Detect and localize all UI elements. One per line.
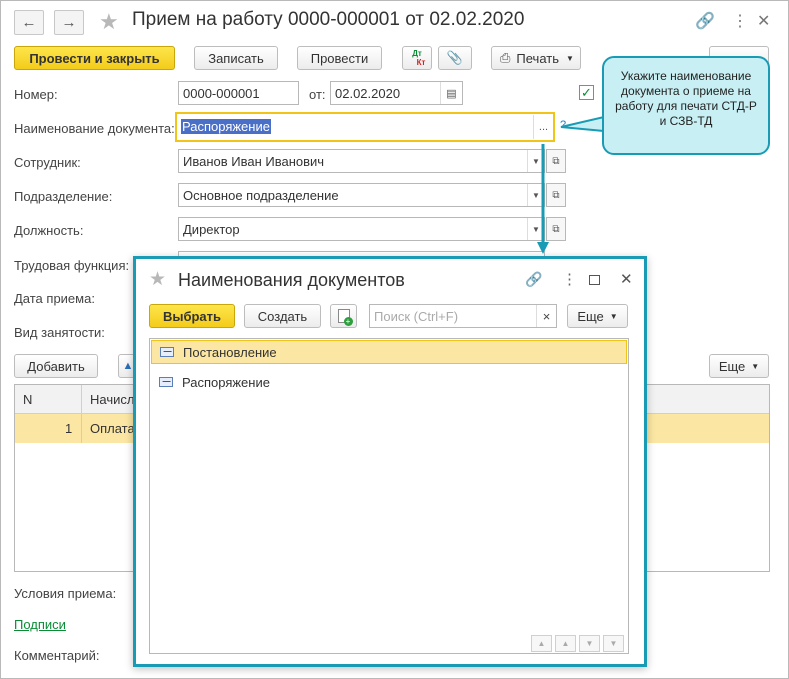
link-icon[interactable]: 🔗 bbox=[695, 11, 715, 31]
scroll-last-button[interactable]: ▼ bbox=[603, 635, 624, 652]
down-icon: ▼ bbox=[585, 639, 594, 648]
last-icon: ▼ bbox=[609, 639, 618, 648]
create-copy-button[interactable]: + bbox=[330, 304, 357, 328]
hire-date-label: Дата приема: bbox=[14, 291, 95, 306]
dt-kt-button[interactable]: Дт Кт bbox=[402, 46, 432, 70]
popup-more-button[interactable]: Еще ▼ bbox=[567, 304, 628, 328]
dept-value: Основное подразделение bbox=[183, 188, 339, 203]
tooltip-pointer-join bbox=[618, 117, 624, 139]
table-more-label: Еще bbox=[718, 358, 746, 374]
catalog-item-icon bbox=[159, 377, 173, 387]
dept-label: Подразделение: bbox=[14, 189, 113, 204]
search-placeholder: Поиск (Ctrl+F) bbox=[374, 309, 459, 324]
favorite-star-icon[interactable]: ★ bbox=[99, 9, 119, 35]
more-vertical-icon[interactable]: ⋮ bbox=[732, 11, 748, 31]
labor-function-label: Трудовая функция: bbox=[14, 258, 130, 273]
posted-checkbox[interactable]: ✓ bbox=[579, 85, 594, 100]
arrow-down-icon bbox=[537, 144, 549, 254]
favorite-star-icon[interactable]: ★ bbox=[149, 268, 166, 291]
number-label: Номер: bbox=[14, 87, 58, 102]
popup-title: Наименования документов bbox=[178, 270, 405, 290]
docname-field[interactable]: Распоряжение ... bbox=[175, 112, 555, 142]
chevron-down-icon: ▼ bbox=[566, 53, 574, 63]
dept-field[interactable]: Основное подразделение ▼ bbox=[178, 183, 545, 207]
arrow-left-icon: ← bbox=[21, 14, 37, 31]
back-button[interactable]: ← bbox=[14, 10, 44, 35]
arrow-right-icon: → bbox=[61, 14, 77, 31]
employee-field[interactable]: Иванов Иван Иванович ▼ bbox=[178, 149, 545, 173]
conditions-label: Условия приема: bbox=[14, 586, 117, 601]
more-vertical-icon[interactable]: ⋮ bbox=[562, 270, 577, 288]
close-icon[interactable]: ✕ bbox=[757, 11, 770, 31]
document-window: ← → ★ Прием на работу 0000-000001 от 02.… bbox=[0, 0, 789, 679]
position-label: Должность: bbox=[14, 223, 84, 238]
employee-label: Сотрудник: bbox=[14, 155, 81, 170]
window-title: Прием на работу 0000-000001 от 02.02.202… bbox=[132, 9, 525, 30]
maximize-icon[interactable] bbox=[589, 275, 600, 285]
chevron-down-icon: ▼ bbox=[751, 361, 760, 371]
choose-button[interactable]: ... bbox=[533, 115, 553, 139]
up-icon: ▲ bbox=[561, 639, 570, 648]
column-n-header[interactable]: N bbox=[23, 392, 32, 407]
row-number: 1 bbox=[65, 421, 73, 436]
position-field[interactable]: Директор ▼ bbox=[178, 217, 545, 241]
employee-value: Иванов Иван Иванович bbox=[183, 154, 325, 169]
chevron-down-icon: ▼ bbox=[609, 311, 618, 321]
forward-button[interactable]: → bbox=[54, 10, 84, 35]
number-field[interactable]: 0000-000001 bbox=[178, 81, 299, 105]
docname-label: Наименование документа: bbox=[14, 121, 175, 136]
calendar-icon[interactable]: ▤ bbox=[440, 82, 462, 104]
list-item[interactable]: Распоряжение bbox=[151, 370, 627, 394]
link-icon[interactable]: 🔗 bbox=[525, 271, 542, 288]
scroll-up-button[interactable]: ▲ bbox=[555, 635, 576, 652]
add-copy-icon: + bbox=[337, 309, 353, 326]
document-names-list: Постановление Распоряжение bbox=[149, 338, 629, 654]
search-input[interactable]: Поиск (Ctrl+F) × bbox=[369, 304, 557, 328]
row-accrual: Оплата bbox=[90, 421, 135, 436]
close-icon[interactable]: ✕ bbox=[620, 270, 633, 288]
document-names-popup: ★ Наименования документов 🔗 ⋮ ✕ Выбрать … bbox=[133, 256, 647, 667]
from-label: от: bbox=[309, 87, 326, 102]
post-button[interactable]: Провести bbox=[297, 46, 382, 70]
list-item[interactable]: Постановление bbox=[151, 340, 627, 364]
post-and-close-button[interactable]: Провести и закрыть bbox=[14, 46, 175, 70]
scroll-down-button[interactable]: ▼ bbox=[579, 635, 600, 652]
catalog-item-icon bbox=[160, 347, 174, 357]
add-row-button[interactable]: Добавить bbox=[14, 354, 98, 378]
create-button[interactable]: Создать bbox=[244, 304, 321, 328]
column-accrual-header[interactable]: Начисл bbox=[90, 392, 134, 407]
docname-value: Распоряжение bbox=[181, 119, 271, 134]
arrow-up-icon: ▲ bbox=[122, 360, 134, 372]
column-divider bbox=[81, 385, 82, 414]
kt-label: Кт bbox=[416, 58, 426, 67]
print-button[interactable]: ⎙ Печать ▼ bbox=[491, 46, 581, 70]
hint-tooltip: Укажите наименование документа о приеме … bbox=[602, 56, 770, 155]
print-label: Печать bbox=[516, 50, 559, 66]
first-icon: ▲ bbox=[537, 639, 546, 648]
attach-button[interactable]: 📎 bbox=[438, 46, 472, 70]
employment-type-label: Вид занятости: bbox=[14, 325, 105, 340]
comment-label: Комментарий: bbox=[14, 648, 100, 663]
signatures-link[interactable]: Подписи bbox=[14, 617, 66, 632]
position-value: Директор bbox=[183, 222, 240, 237]
list-item-label: Постановление bbox=[183, 344, 277, 360]
list-item-label: Распоряжение bbox=[182, 374, 270, 390]
select-button[interactable]: Выбрать bbox=[149, 304, 235, 328]
scroll-first-button[interactable]: ▲ bbox=[531, 635, 552, 652]
table-more-button[interactable]: Еще ▼ bbox=[709, 354, 769, 378]
column-divider bbox=[81, 414, 82, 443]
date-value: 02.02.2020 bbox=[335, 86, 401, 101]
paperclip-icon: 📎 bbox=[446, 50, 464, 65]
save-button[interactable]: Записать bbox=[194, 46, 278, 70]
dt-label: Дт bbox=[412, 49, 422, 58]
popup-more-label: Еще bbox=[577, 308, 604, 324]
printer-icon: ⎙ bbox=[500, 50, 511, 65]
date-field[interactable]: 02.02.2020 ▤ bbox=[330, 81, 463, 105]
clear-search-button[interactable]: × bbox=[536, 305, 556, 327]
hint-text: Укажите наименование документа о приеме … bbox=[615, 69, 757, 128]
